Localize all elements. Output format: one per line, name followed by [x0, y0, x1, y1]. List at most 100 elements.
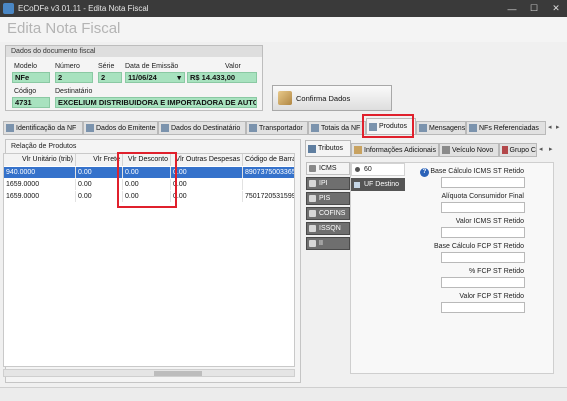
- calculator-icon: [311, 124, 319, 132]
- page-header: Edita Nota Fiscal: [0, 17, 567, 42]
- tab-nfs-referenciadas[interactable]: NFs Referenciadas: [466, 121, 546, 135]
- valor-label: Valor: [225, 63, 241, 70]
- modelo-field[interactable]: NFe: [12, 72, 50, 83]
- aliquota-input[interactable]: [441, 202, 525, 213]
- chevron-down-icon[interactable]: ▾: [177, 73, 181, 82]
- tax-tab-ipi[interactable]: IPI: [306, 177, 350, 190]
- tab-veiculo-novo[interactable]: Veículo Novo: [439, 143, 499, 157]
- help-icon[interactable]: ?: [420, 168, 429, 177]
- tab-scroll-left-icon[interactable]: ◂: [548, 123, 552, 131]
- scrollbar-thumb[interactable]: [154, 371, 202, 376]
- tax-tab-pis[interactable]: PIS: [306, 192, 350, 205]
- serie-label: Série: [98, 63, 115, 70]
- cst-60-item[interactable]: 60: [351, 163, 405, 176]
- window-title: ECoDFe v3.01.11 - Edita Nota Fiscal: [18, 4, 149, 13]
- valor-icms-st-input[interactable]: [441, 227, 525, 238]
- tax-tab-ii[interactable]: II: [306, 237, 350, 250]
- percent-fcp-st-label: % FCP ST Retido: [469, 268, 524, 275]
- tax-tab-icon: [309, 165, 316, 172]
- building-icon: [86, 124, 94, 132]
- tax-tab-label: II: [319, 240, 323, 247]
- tax-tab-icon: [309, 225, 316, 232]
- right-tab-scroll-left-icon[interactable]: ◂: [539, 145, 543, 153]
- tax-tab-issqn[interactable]: ISSQN: [306, 222, 350, 235]
- produtos-tab-highlight: [362, 114, 414, 138]
- tab-destinatario[interactable]: Dados do Destinatário: [158, 121, 246, 135]
- tab-informacoes-adicionais[interactable]: Informações Adicionais: [351, 143, 439, 157]
- col-header-vlr-unitario[interactable]: Vlr Unitário (trib): [4, 154, 76, 166]
- emissao-field[interactable]: 11/06/24 ▾: [125, 72, 185, 83]
- numero-field[interactable]: 2: [55, 72, 93, 83]
- status-bar: [0, 387, 567, 401]
- cell-codigo-barras: 8907375003365: [245, 169, 295, 176]
- truck-icon: [249, 124, 257, 132]
- numero-label: Número: [55, 63, 80, 70]
- close-button[interactable]: ✕: [545, 0, 567, 17]
- tab-grupo-c[interactable]: Grupo C: [499, 143, 537, 157]
- cell-vlr-outras: 0.00: [171, 167, 243, 178]
- tax-tab-label: ICMS: [319, 165, 337, 172]
- cell-vlr-unitario: 1659.0000: [4, 191, 76, 202]
- tab-transportador[interactable]: Transportador: [246, 121, 308, 135]
- cst-code-label: 60: [364, 166, 372, 173]
- products-panel-label: Relação de Produtos: [11, 143, 77, 150]
- minimize-button[interactable]: —: [501, 0, 523, 17]
- base-icms-st-input[interactable]: [441, 177, 525, 188]
- valor-fcp-st-label: Valor FCP ST Retido: [459, 293, 524, 300]
- uf-destino-icon: [354, 181, 360, 188]
- uf-destino-item[interactable]: UF Destino: [351, 178, 405, 191]
- tab-label: Mensagens: [429, 124, 466, 132]
- tax-tab-icms[interactable]: ICMS: [306, 162, 350, 175]
- tab-mensagens[interactable]: Mensagens: [416, 121, 466, 135]
- tab-tributos[interactable]: Tributos: [305, 140, 351, 157]
- base-fcp-st-label: Base Cálculo FCP ST Retido: [433, 243, 524, 250]
- aliquota-label: Alíquota Consumidor Final: [441, 193, 525, 200]
- tab-scroll-right-icon[interactable]: ▸: [556, 123, 560, 131]
- document-icon: [6, 124, 14, 132]
- col-header-vlr-frete[interactable]: Vlr Frete: [76, 154, 123, 166]
- cell-codigo-barras: 7501720531599: [245, 193, 295, 200]
- destinatario-field[interactable]: EXCELIUM DISTRIBUIDORA E IMPORTADORA DE …: [55, 97, 257, 108]
- confirm-data-button[interactable]: Confirma Dados: [272, 85, 392, 111]
- right-tab-scroll-right-icon[interactable]: ▸: [549, 145, 553, 153]
- cell-vlr-outras: 0.00: [171, 191, 243, 202]
- tab-label: Dados do Emitente: [96, 124, 156, 132]
- tab-label: Tributos: [318, 145, 344, 152]
- confirm-data-label: Confirma Dados: [296, 93, 351, 103]
- cell-vlr-unitario: 940.0000: [4, 167, 76, 178]
- col-header-vlr-outras[interactable]: Vlr Outras Despesas: [171, 154, 243, 166]
- tax-tab-label: IPI: [319, 180, 328, 187]
- valor-field[interactable]: R$ 14.433,00: [187, 72, 257, 83]
- codigo-field[interactable]: 4731: [12, 97, 50, 108]
- info-icon: [354, 146, 362, 154]
- tab-label: Veículo Novo: [452, 146, 494, 154]
- main-tab-strip: Identificação da NF Dados do Emitente Da…: [3, 118, 563, 135]
- tax-tab-cofins[interactable]: COFINS: [306, 207, 350, 220]
- reference-icon: [469, 124, 477, 132]
- percent-fcp-st-input[interactable]: [441, 277, 525, 288]
- confirm-hand-icon: [278, 91, 292, 105]
- detail-tab-strip: Tributos Informações Adicionais Veículo …: [305, 140, 561, 157]
- desconto-column-highlight: [117, 152, 177, 208]
- valor-icms-st-label: Valor ICMS ST Retido: [455, 218, 524, 225]
- cell-vlr-frete: 0.00: [76, 167, 123, 178]
- valor-fcp-st-input[interactable]: [441, 302, 525, 313]
- tab-label: Identificação da NF: [16, 124, 77, 132]
- tab-totais[interactable]: Totais da NF: [308, 121, 366, 135]
- emissao-value: 11/06/24: [128, 73, 157, 82]
- base-fcp-st-input[interactable]: [441, 252, 525, 263]
- cell-codigo-barras: [243, 179, 294, 190]
- grid-horizontal-scrollbar[interactable]: [3, 369, 295, 377]
- tab-emitente[interactable]: Dados do Emitente: [83, 121, 158, 135]
- tax-tab-label: PIS: [319, 195, 331, 202]
- serie-field[interactable]: 2: [98, 72, 122, 83]
- tax-tab-label: COFINS: [319, 210, 346, 217]
- tax-tab-icon: [309, 210, 316, 217]
- tab-label: Informações Adicionais: [364, 146, 436, 154]
- tab-identificacao[interactable]: Identificação da NF: [3, 121, 83, 135]
- col-header-codigo-barras[interactable]: Código de Barras: [243, 154, 294, 166]
- tab-label: Totais da NF: [321, 124, 361, 132]
- cell-vlr-frete: 0.00: [76, 179, 123, 190]
- tax-tab-icon: [309, 180, 316, 187]
- maximize-button[interactable]: ☐: [523, 0, 545, 17]
